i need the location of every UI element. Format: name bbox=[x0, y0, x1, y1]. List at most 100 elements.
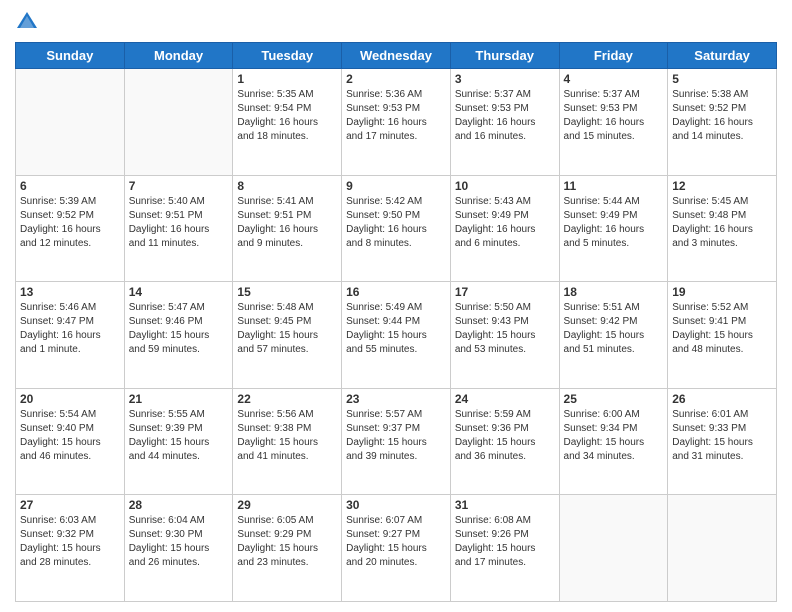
logo bbox=[15, 10, 43, 34]
day-number: 25 bbox=[564, 392, 664, 406]
day-content: Sunrise: 6:00 AMSunset: 9:34 PMDaylight:… bbox=[564, 408, 664, 464]
calendar-week-3: 20 Sunrise: 5:54 AMSunset: 9:40 PMDayligh… bbox=[16, 388, 777, 495]
calendar-week-1: 6Sunrise: 5:39 AMSunset: 9:52 PMDaylight… bbox=[16, 175, 777, 282]
calendar-cell: 13 Sunrise: 5:46 AMSunset: 9:47 PMDayligh… bbox=[16, 282, 125, 389]
calendar-cell: 18 Sunrise: 5:51 AMSunset: 9:42 PMDayligh… bbox=[559, 282, 668, 389]
day-number: 28 bbox=[129, 498, 229, 512]
day-content: Sunrise: 6:08 AMSunset: 9:26 PMDaylight:… bbox=[455, 514, 555, 570]
day-content: Sunrise: 5:38 AMSunset: 9:52 PMDaylight:… bbox=[672, 88, 772, 144]
calendar-cell: 11 Sunrise: 5:44 AMSunset: 9:49 PMDayligh… bbox=[559, 175, 668, 282]
day-header-friday: Friday bbox=[559, 43, 668, 69]
day-content: Sunrise: 5:42 AMSunset: 9:50 PMDaylight:… bbox=[346, 195, 446, 251]
day-content: Sunrise: 5:59 AMSunset: 9:36 PMDaylight:… bbox=[455, 408, 555, 464]
calendar-cell: 8 Sunrise: 5:41 AMSunset: 9:51 PMDaylight… bbox=[233, 175, 342, 282]
logo-icon bbox=[15, 10, 39, 34]
calendar-cell: 6Sunrise: 5:39 AMSunset: 9:52 PMDaylight… bbox=[16, 175, 125, 282]
day-content: Sunrise: 5:47 AMSunset: 9:46 PMDaylight:… bbox=[129, 301, 229, 357]
calendar-cell: 24 Sunrise: 5:59 AMSunset: 9:36 PMDayligh… bbox=[450, 388, 559, 495]
calendar-cell: 20 Sunrise: 5:54 AMSunset: 9:40 PMDayligh… bbox=[16, 388, 125, 495]
day-number: 12 bbox=[672, 179, 772, 193]
day-number: 6 bbox=[20, 179, 120, 193]
calendar-cell: 2Sunrise: 5:36 AMSunset: 9:53 PMDaylight… bbox=[342, 69, 451, 176]
day-number: 29 bbox=[237, 498, 337, 512]
day-content: Sunrise: 6:07 AMSunset: 9:27 PMDaylight:… bbox=[346, 514, 446, 570]
day-number: 15 bbox=[237, 285, 337, 299]
calendar-cell: 7Sunrise: 5:40 AMSunset: 9:51 PMDaylight… bbox=[124, 175, 233, 282]
day-content: Sunrise: 5:52 AMSunset: 9:41 PMDaylight:… bbox=[672, 301, 772, 357]
day-header-wednesday: Wednesday bbox=[342, 43, 451, 69]
calendar-cell: 23Sunrise: 5:57 AMSunset: 9:37 PMDayligh… bbox=[342, 388, 451, 495]
calendar-cell: 3 Sunrise: 5:37 AMSunset: 9:53 PMDaylight… bbox=[450, 69, 559, 176]
day-number: 9 bbox=[346, 179, 446, 193]
calendar-cell: 28 Sunrise: 6:04 AMSunset: 9:30 PMDayligh… bbox=[124, 495, 233, 602]
calendar-cell: 31 Sunrise: 6:08 AMSunset: 9:26 PMDayligh… bbox=[450, 495, 559, 602]
day-header-saturday: Saturday bbox=[668, 43, 777, 69]
calendar-header-row: SundayMondayTuesdayWednesdayThursdayFrid… bbox=[16, 43, 777, 69]
calendar-cell bbox=[124, 69, 233, 176]
day-number: 21 bbox=[129, 392, 229, 406]
calendar-cell: 16 Sunrise: 5:49 AMSunset: 9:44 PMDayligh… bbox=[342, 282, 451, 389]
day-content: Sunrise: 5:46 AMSunset: 9:47 PMDaylight:… bbox=[20, 301, 120, 357]
calendar-week-4: 27Sunrise: 6:03 AMSunset: 9:32 PMDayligh… bbox=[16, 495, 777, 602]
day-content: Sunrise: 6:04 AMSunset: 9:30 PMDaylight:… bbox=[129, 514, 229, 570]
day-header-thursday: Thursday bbox=[450, 43, 559, 69]
day-number: 13 bbox=[20, 285, 120, 299]
day-content: Sunrise: 5:44 AMSunset: 9:49 PMDaylight:… bbox=[564, 195, 664, 251]
calendar-cell: 1Sunrise: 5:35 AMSunset: 9:54 PMDaylight… bbox=[233, 69, 342, 176]
calendar-cell: 27Sunrise: 6:03 AMSunset: 9:32 PMDayligh… bbox=[16, 495, 125, 602]
day-content: Sunrise: 5:55 AMSunset: 9:39 PMDaylight:… bbox=[129, 408, 229, 464]
calendar-cell bbox=[559, 495, 668, 602]
calendar-cell: 4Sunrise: 5:37 AMSunset: 9:53 PMDaylight… bbox=[559, 69, 668, 176]
calendar-cell bbox=[668, 495, 777, 602]
day-content: Sunrise: 5:41 AMSunset: 9:51 PMDaylight:… bbox=[237, 195, 337, 251]
calendar-cell bbox=[16, 69, 125, 176]
calendar-cell: 12 Sunrise: 5:45 AMSunset: 9:48 PMDayligh… bbox=[668, 175, 777, 282]
calendar-cell: 21 Sunrise: 5:55 AMSunset: 9:39 PMDayligh… bbox=[124, 388, 233, 495]
day-number: 20 bbox=[20, 392, 120, 406]
calendar-week-0: 1Sunrise: 5:35 AMSunset: 9:54 PMDaylight… bbox=[16, 69, 777, 176]
day-content: Sunrise: 6:03 AMSunset: 9:32 PMDaylight:… bbox=[20, 514, 120, 570]
day-content: Sunrise: 5:54 AMSunset: 9:40 PMDaylight:… bbox=[20, 408, 120, 464]
day-number: 2 bbox=[346, 72, 446, 86]
day-number: 18 bbox=[564, 285, 664, 299]
day-number: 11 bbox=[564, 179, 664, 193]
day-content: Sunrise: 5:48 AMSunset: 9:45 PMDaylight:… bbox=[237, 301, 337, 357]
day-content: Sunrise: 5:51 AMSunset: 9:42 PMDaylight:… bbox=[564, 301, 664, 357]
calendar-cell: 26 Sunrise: 6:01 AMSunset: 9:33 PMDayligh… bbox=[668, 388, 777, 495]
calendar-cell: 29 Sunrise: 6:05 AMSunset: 9:29 PMDayligh… bbox=[233, 495, 342, 602]
day-number: 3 bbox=[455, 72, 555, 86]
calendar-cell: 17Sunrise: 5:50 AMSunset: 9:43 PMDayligh… bbox=[450, 282, 559, 389]
calendar-cell: 22Sunrise: 5:56 AMSunset: 9:38 PMDayligh… bbox=[233, 388, 342, 495]
calendar-cell: 15 Sunrise: 5:48 AMSunset: 9:45 PMDayligh… bbox=[233, 282, 342, 389]
day-content: Sunrise: 5:49 AMSunset: 9:44 PMDaylight:… bbox=[346, 301, 446, 357]
day-number: 19 bbox=[672, 285, 772, 299]
day-number: 31 bbox=[455, 498, 555, 512]
day-number: 10 bbox=[455, 179, 555, 193]
day-number: 26 bbox=[672, 392, 772, 406]
day-content: Sunrise: 6:05 AMSunset: 9:29 PMDaylight:… bbox=[237, 514, 337, 570]
header bbox=[15, 10, 777, 34]
day-content: Sunrise: 5:37 AMSunset: 9:53 PMDaylight:… bbox=[455, 88, 555, 144]
day-header-monday: Monday bbox=[124, 43, 233, 69]
day-number: 22 bbox=[237, 392, 337, 406]
day-number: 16 bbox=[346, 285, 446, 299]
day-number: 5 bbox=[672, 72, 772, 86]
calendar-cell: 5 Sunrise: 5:38 AMSunset: 9:52 PMDaylight… bbox=[668, 69, 777, 176]
calendar-cell: 10 Sunrise: 5:43 AMSunset: 9:49 PMDayligh… bbox=[450, 175, 559, 282]
day-content: Sunrise: 5:43 AMSunset: 9:49 PMDaylight:… bbox=[455, 195, 555, 251]
calendar-week-2: 13 Sunrise: 5:46 AMSunset: 9:47 PMDayligh… bbox=[16, 282, 777, 389]
day-number: 7 bbox=[129, 179, 229, 193]
day-content: Sunrise: 5:37 AMSunset: 9:53 PMDaylight:… bbox=[564, 88, 664, 144]
day-number: 24 bbox=[455, 392, 555, 406]
day-content: Sunrise: 5:45 AMSunset: 9:48 PMDaylight:… bbox=[672, 195, 772, 251]
calendar-cell: 9 Sunrise: 5:42 AMSunset: 9:50 PMDaylight… bbox=[342, 175, 451, 282]
day-content: Sunrise: 5:57 AMSunset: 9:37 PMDaylight:… bbox=[346, 408, 446, 464]
day-number: 14 bbox=[129, 285, 229, 299]
day-number: 1 bbox=[237, 72, 337, 86]
day-number: 8 bbox=[237, 179, 337, 193]
day-header-tuesday: Tuesday bbox=[233, 43, 342, 69]
page: SundayMondayTuesdayWednesdayThursdayFrid… bbox=[0, 0, 792, 612]
day-content: Sunrise: 5:50 AMSunset: 9:43 PMDaylight:… bbox=[455, 301, 555, 357]
calendar-cell: 25 Sunrise: 6:00 AMSunset: 9:34 PMDayligh… bbox=[559, 388, 668, 495]
day-content: Sunrise: 6:01 AMSunset: 9:33 PMDaylight:… bbox=[672, 408, 772, 464]
